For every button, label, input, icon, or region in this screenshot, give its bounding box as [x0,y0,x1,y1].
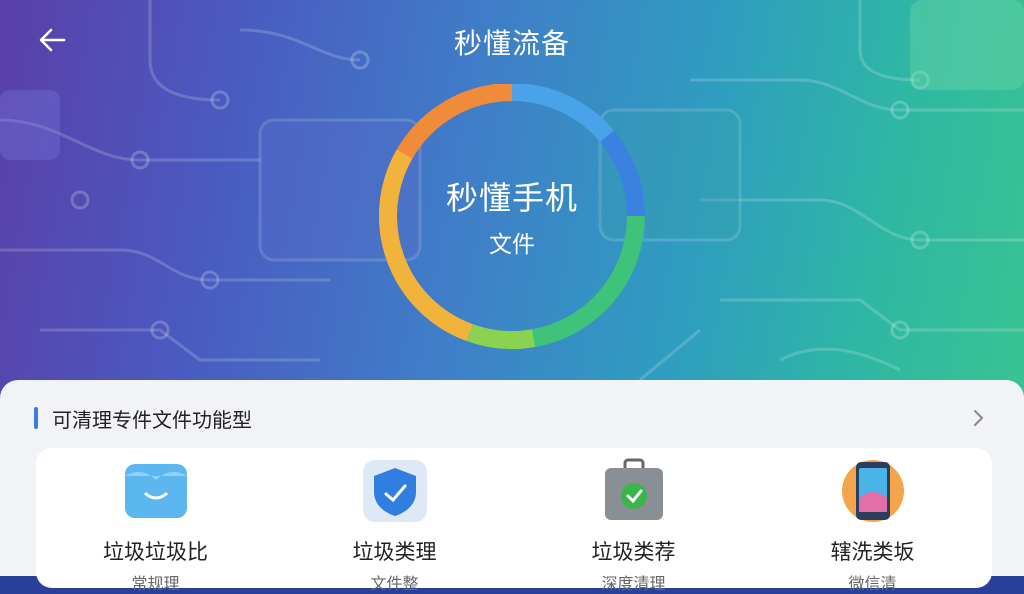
tool-subtitle: 文件整 [370,574,419,593]
tool-name: 垃圾类理 [352,540,437,564]
page-title: 秒懂流备 [453,27,570,60]
phone-icon [841,460,904,522]
blue-box-icon [124,464,187,518]
cleanup-panel: 可清理专件文件功能型 垃圾垃圾比 常规理 垃圾类理 文件整 垃圾类荐 深度清理 … [0,380,1024,593]
tool-item[interactable]: 辖洗类坂 微信清 [753,448,992,593]
section-accent-bar [34,407,38,429]
tool-subtitle: 深度清理 [601,574,666,593]
tool-name: 垃圾垃圾比 [103,540,208,564]
briefcase-check-icon [604,458,663,520]
tool-subtitle: 微信清 [848,574,897,593]
chevron-right-icon [974,410,983,426]
tool-subtitle: 常规理 [131,574,180,593]
tools-card: 垃圾垃圾比 常规理 垃圾类理 文件整 垃圾类荐 深度清理 辖洗类坂 微信清 [36,448,992,593]
ring-sub-label: 文件 [489,232,535,258]
tool-item[interactable]: 垃圾类荐 深度清理 [514,448,753,593]
section-header[interactable]: 可清理专件文件功能型 [34,402,988,434]
section-title: 可清理专件文件功能型 [52,407,252,432]
ring-main-label: 秒懂手机 [445,179,578,217]
shield-tool-icon [362,460,427,522]
tool-item[interactable]: 垃圾类理 文件整 [275,448,514,593]
storage-ring[interactable]: 秒懂手机 文件 [370,83,654,354]
ring-center-label: 秒懂手机 文件 [370,84,654,354]
tool-name: 垃圾类荐 [591,540,676,564]
tool-item[interactable]: 垃圾垃圾比 常规理 [36,448,275,593]
tool-name: 辖洗类坂 [830,540,915,564]
